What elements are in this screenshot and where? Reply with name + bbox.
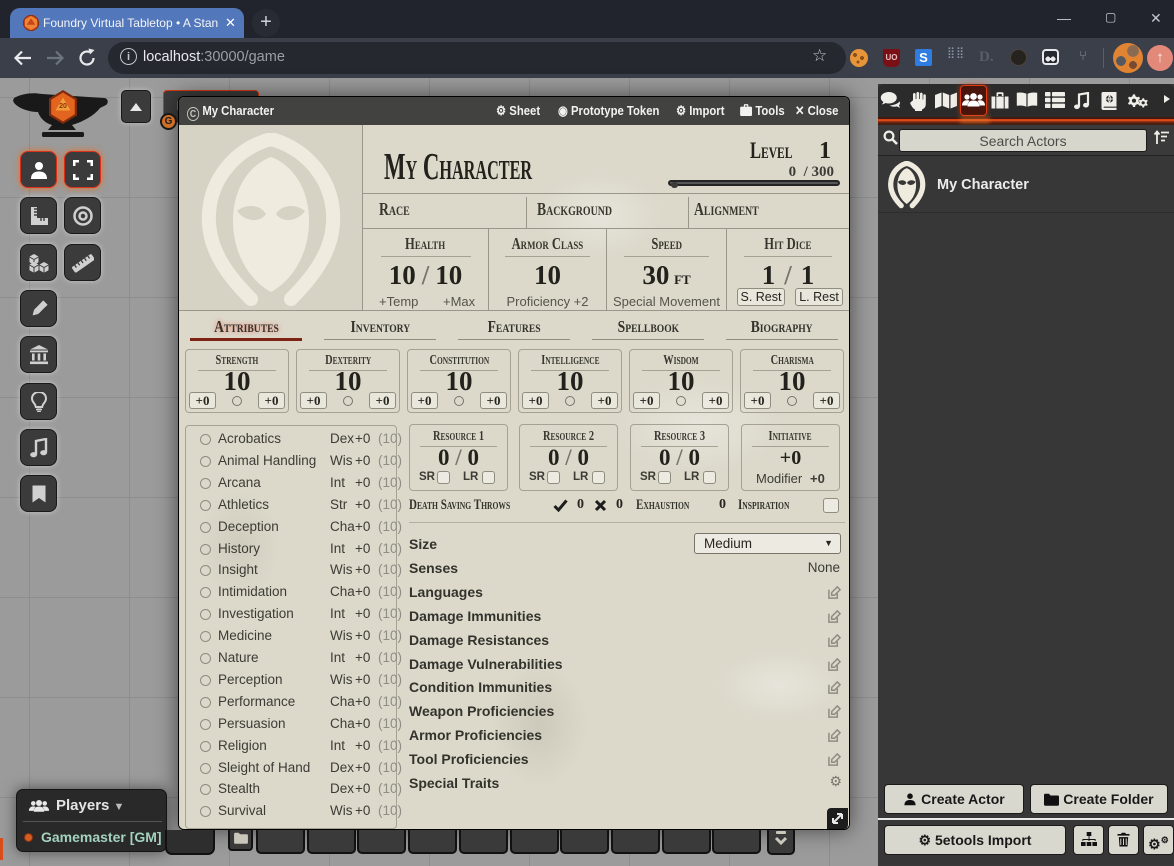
svg-text:20: 20 (59, 103, 67, 110)
